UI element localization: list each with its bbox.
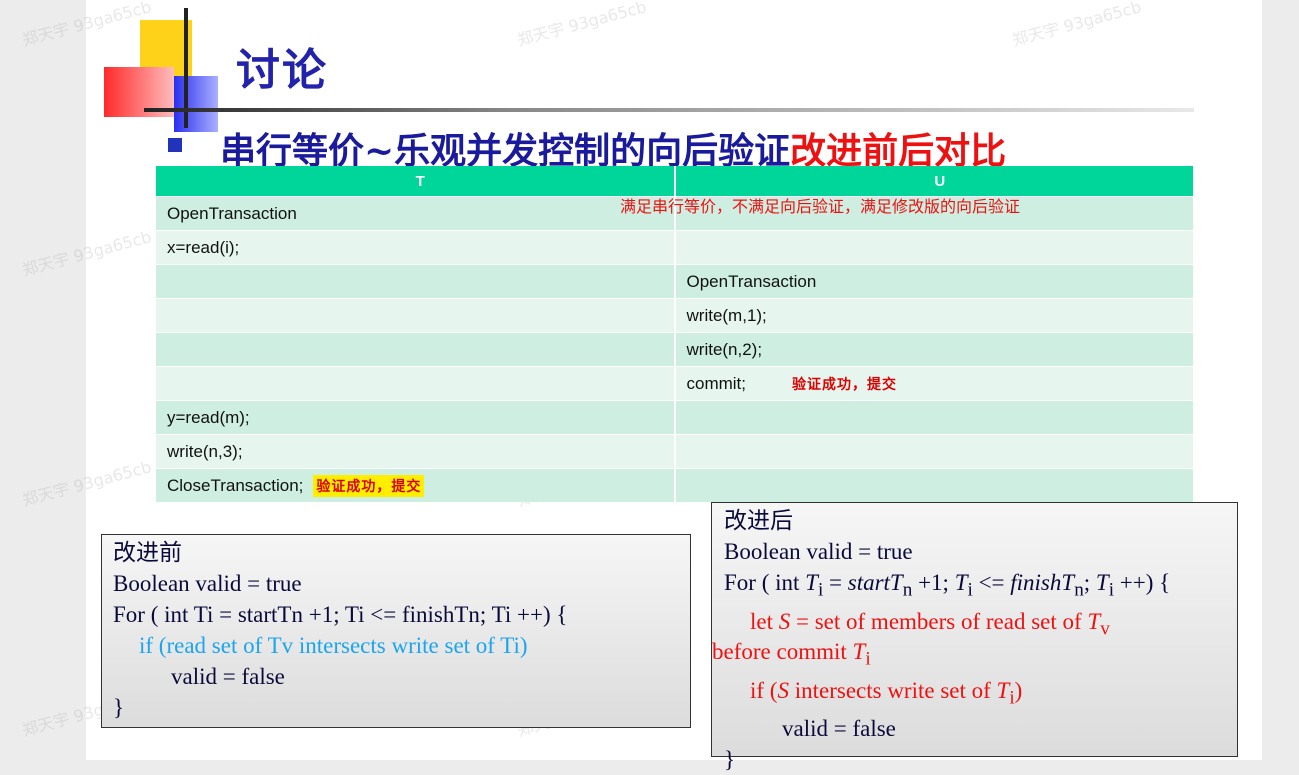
table-row: x=read(i); — [156, 230, 1193, 264]
code-var: S — [778, 608, 791, 634]
table-row: OpenTransaction — [156, 264, 1193, 298]
code-line: if (read set of Tv intersects write set … — [139, 633, 528, 658]
cell-t-text: CloseTransaction; — [167, 475, 304, 495]
code-sub: n — [902, 579, 913, 601]
code-var: T — [1087, 608, 1101, 634]
header-u: U — [934, 172, 946, 190]
code-text: ++) { — [1114, 570, 1171, 595]
code-text: <= — [972, 570, 1011, 595]
cell-u — [676, 435, 1194, 468]
code-var: T — [996, 677, 1010, 703]
code-text: let — [750, 608, 779, 634]
code-var: finishT — [1010, 570, 1075, 595]
slide-title: 讨论 — [236, 45, 328, 96]
after-heading: 改进后 — [724, 508, 793, 533]
cell-u: OpenTransaction — [686, 271, 817, 291]
code-var: T — [954, 570, 968, 595]
table-row: CloseTransaction; 验证成功，提交 — [156, 468, 1193, 502]
cell-t: y=read(m); — [156, 401, 676, 434]
cell-t — [156, 265, 676, 298]
before-code-box: 改进前 Boolean valid = true For ( int Ti = … — [101, 534, 691, 728]
header-t: T — [156, 166, 676, 196]
before-heading: 改进前 — [113, 540, 182, 565]
code-text: +1; — [912, 570, 955, 595]
code-sub: i — [865, 648, 871, 670]
code-line: valid = false — [171, 664, 285, 689]
cell-t: write(n,3); — [156, 435, 676, 468]
code-line: valid = false — [782, 716, 896, 742]
cell-u: write(n,2); — [686, 339, 763, 359]
cell-t: x=read(i); — [156, 231, 676, 264]
cell-u — [676, 401, 1194, 434]
cell-u: write(m,1); — [686, 305, 767, 325]
decor-horizontal-line — [144, 108, 1194, 112]
validation-badge: 验证成功，提交 — [313, 474, 425, 497]
code-line: Boolean valid = true — [113, 571, 302, 596]
cell-u — [676, 469, 1194, 502]
code-line: } — [113, 695, 125, 720]
table-row: write(n,3); — [156, 434, 1193, 468]
cell-t: OpenTransaction — [156, 197, 676, 230]
cell-t — [156, 333, 676, 366]
code-line: if (S intersects write set of Ti) — [724, 675, 1237, 714]
code-text: before commit — [712, 639, 853, 665]
bullet-icon — [168, 138, 182, 152]
code-text: = — [823, 570, 848, 595]
table-row: write(m,1); — [156, 298, 1193, 332]
code-var: S — [777, 677, 789, 703]
code-var: startT — [847, 570, 903, 595]
code-text: = set of members of read set of — [790, 608, 1088, 634]
code-text: ; — [1083, 570, 1096, 595]
table-row: write(n,2); — [156, 332, 1193, 366]
code-sub: n — [1074, 579, 1084, 601]
cell-t — [156, 367, 676, 400]
cell-u — [676, 231, 1194, 264]
code-var: T — [852, 639, 866, 665]
code-var: T — [805, 570, 818, 595]
cell-t — [156, 299, 676, 332]
cell-u-text: commit; — [686, 373, 747, 393]
code-text: For ( int — [724, 570, 806, 595]
table-row: y=read(m); — [156, 400, 1193, 434]
table-row: commit; 验证成功，提交 — [156, 366, 1193, 400]
after-code-box: 改进后 Boolean valid = true For ( int Ti = … — [711, 502, 1238, 772]
cell-u: commit; 验证成功，提交 — [676, 367, 1194, 400]
code-text: intersects write set of — [788, 677, 997, 703]
code-var: T — [1095, 570, 1109, 595]
code-line: Boolean valid = true — [724, 539, 913, 564]
validation-badge: 验证成功，提交 — [792, 376, 897, 393]
decor-blue-square — [174, 76, 218, 132]
cell-t: CloseTransaction; 验证成功，提交 — [156, 469, 676, 502]
code-text: if ( — [750, 677, 778, 703]
table-header: T U — [156, 166, 1193, 196]
code-sub: v — [1100, 618, 1110, 640]
code-line: For ( int Ti = startTn +1; Ti <= finishT… — [724, 567, 1237, 606]
code-line: For ( int Ti = startTn +1; Ti <= finishT… — [113, 602, 568, 627]
table-note: 满足串行等价，不满足向后验证，满足修改版的向后验证 — [620, 197, 1021, 216]
code-text: ) — [1014, 677, 1023, 703]
